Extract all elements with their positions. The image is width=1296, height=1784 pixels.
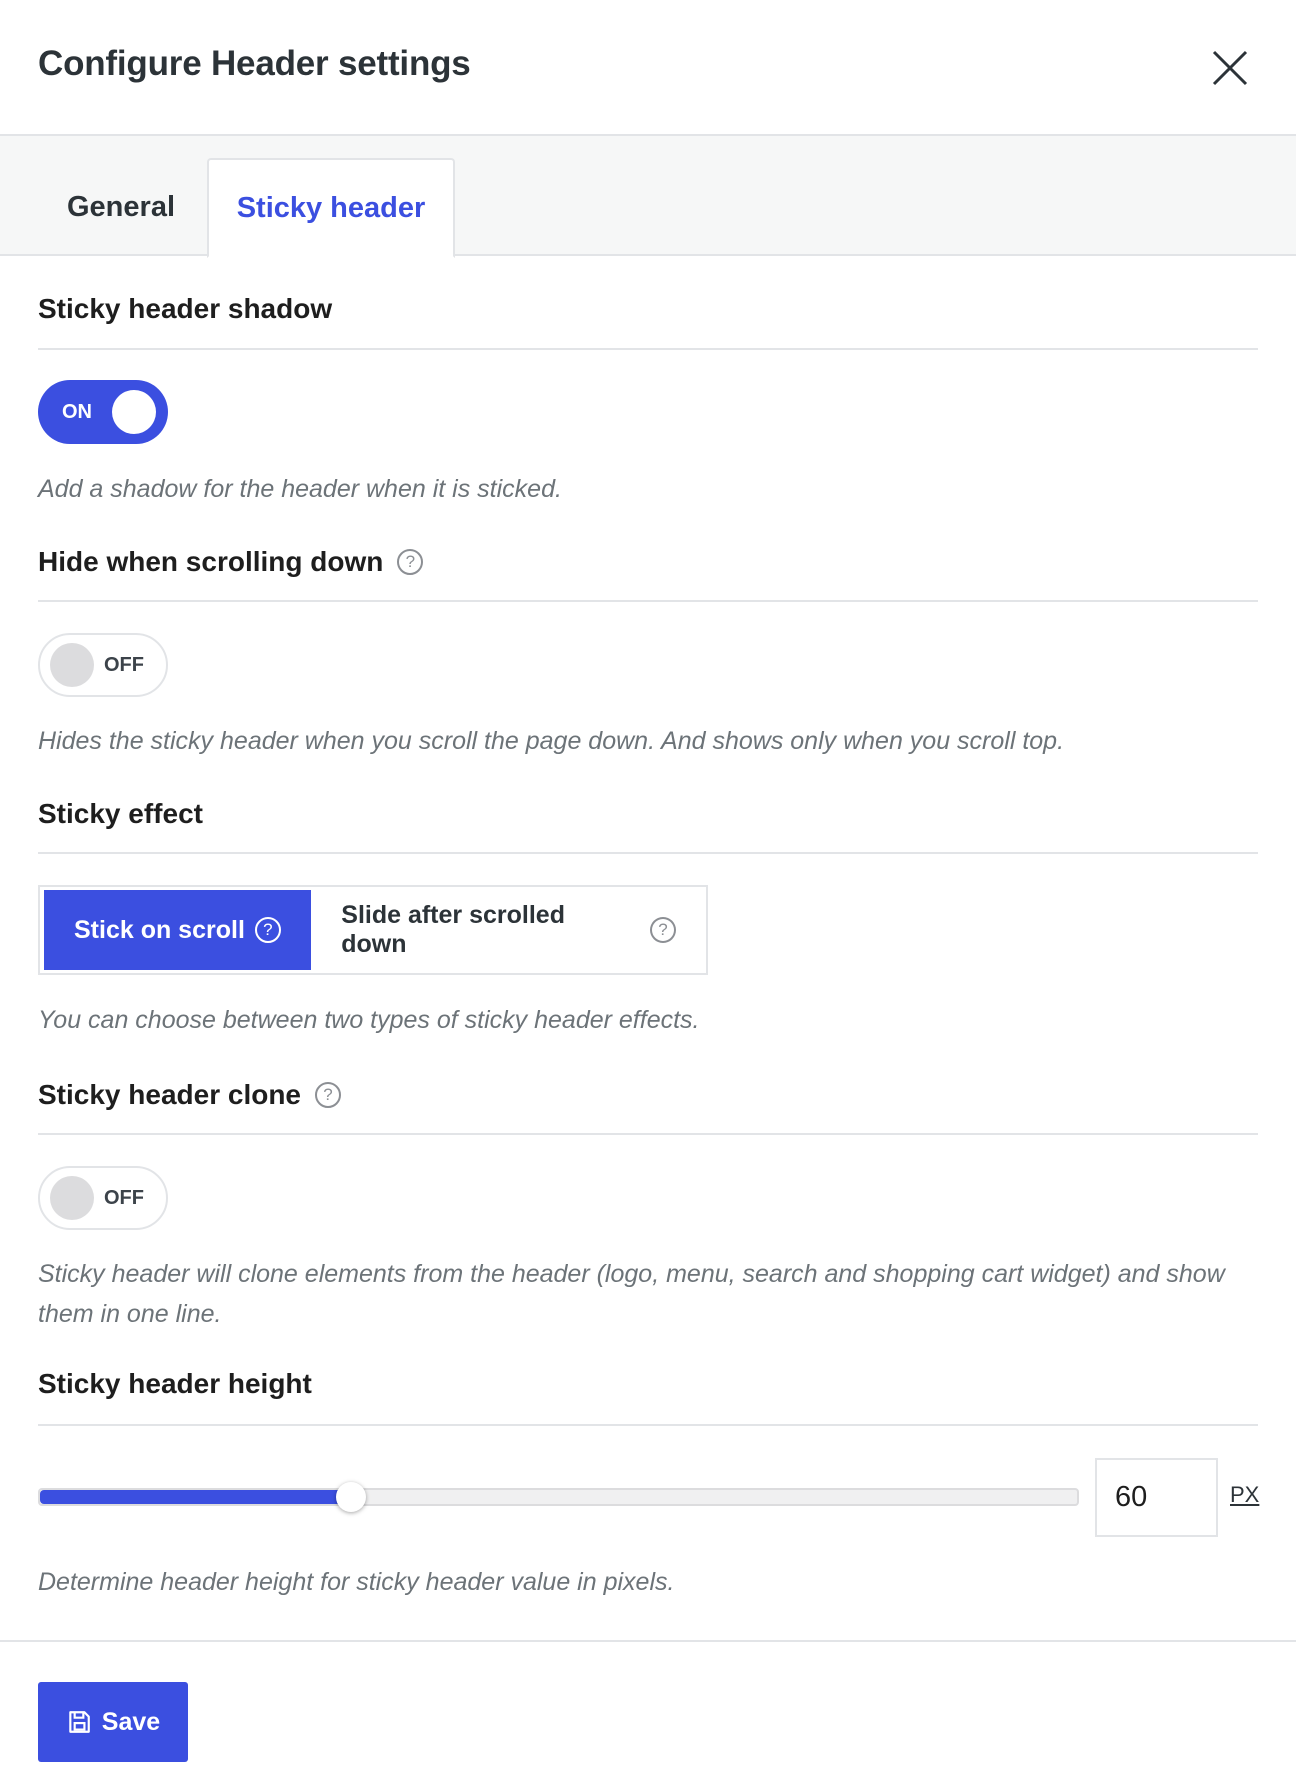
tab-general[interactable]: General xyxy=(40,158,202,256)
close-icon[interactable] xyxy=(1210,48,1250,88)
effect-description: You can choose between two types of stic… xyxy=(38,1006,700,1034)
section-title-shadow: Sticky header shadow xyxy=(38,293,332,325)
effect-option-slide-after-scrolled[interactable]: Slide after scrolled down ? xyxy=(311,890,706,970)
clone-toggle-label: OFF xyxy=(104,1187,144,1209)
toggle-knob xyxy=(50,1176,94,1220)
section-title-effect: Sticky effect xyxy=(38,798,203,830)
divider xyxy=(38,600,1258,602)
section-title-clone-text: Sticky header clone xyxy=(38,1079,302,1110)
effect-segmented-control: Stick on scroll ? Slide after scrolled d… xyxy=(38,885,708,975)
modal-header: Configure Header settings xyxy=(0,0,1296,136)
shadow-description: Add a shadow for the header when it is s… xyxy=(38,475,562,503)
tab-bar: General Sticky header xyxy=(0,136,1296,258)
save-button[interactable]: Save xyxy=(38,1682,188,1762)
height-slider-handle[interactable] xyxy=(336,1482,367,1512)
help-icon[interactable]: ? xyxy=(254,917,281,943)
height-slider-fill xyxy=(40,1490,352,1504)
save-button-label: Save xyxy=(101,1707,161,1736)
divider xyxy=(38,1424,1258,1426)
effect-option-label: Slide after scrolled down xyxy=(341,901,565,958)
clone-toggle[interactable]: OFF xyxy=(38,1166,168,1230)
divider xyxy=(38,348,1258,350)
section-title-height-text: Sticky header height xyxy=(38,1368,312,1399)
help-icon[interactable]: ? xyxy=(315,1082,342,1108)
help-icon[interactable]: ? xyxy=(397,549,424,575)
help-icon[interactable]: ? xyxy=(650,917,676,943)
footer-divider xyxy=(0,1640,1296,1642)
divider xyxy=(38,852,1258,854)
height-unit[interactable]: PX xyxy=(1230,1482,1259,1508)
shadow-toggle-label: ON xyxy=(62,401,92,423)
toggle-knob xyxy=(50,643,94,687)
section-title-shadow-text: Sticky header shadow xyxy=(38,293,333,324)
section-title-clone: Sticky header clone ? xyxy=(38,1079,342,1111)
section-title-height: Sticky header height xyxy=(38,1368,312,1400)
settings-modal: Configure Header settings General Sticky… xyxy=(0,0,1296,1784)
save-icon xyxy=(69,1711,90,1733)
effect-option-stick-on-scroll[interactable]: Stick on scroll ? xyxy=(44,890,312,970)
toggle-knob xyxy=(112,390,156,434)
effect-option-label: Stick on scroll xyxy=(74,915,245,944)
height-slider[interactable] xyxy=(38,1482,1079,1512)
section-title-hide-scrolling: Hide when scrolling down ? xyxy=(38,546,424,578)
hide-scrolling-toggle-label: OFF xyxy=(104,654,144,676)
hide-scrolling-toggle[interactable]: OFF xyxy=(38,633,168,697)
hide-scrolling-description: Hides the sticky header when you scroll … xyxy=(38,727,1065,755)
shadow-toggle[interactable]: ON xyxy=(38,380,168,444)
divider xyxy=(38,1133,1258,1135)
modal-title: Configure Header settings xyxy=(38,44,471,83)
height-input[interactable] xyxy=(1095,1458,1218,1537)
clone-description: Sticky header will clone elements from t… xyxy=(38,1260,1225,1328)
section-title-effect-text: Sticky effect xyxy=(38,798,203,829)
height-description: Determine header height for sticky heade… xyxy=(38,1568,675,1596)
section-title-hide-scrolling-text: Hide when scrolling down xyxy=(38,546,384,577)
tab-sticky-header[interactable]: Sticky header xyxy=(207,158,455,258)
